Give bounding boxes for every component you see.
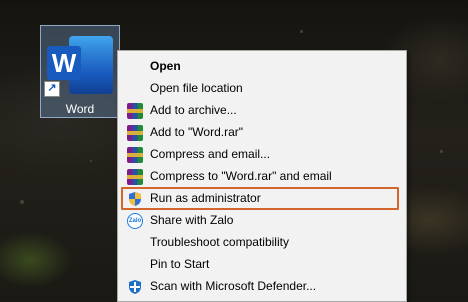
zalo-icon: Zalo (127, 213, 143, 229)
menu-item-scan-with-defender[interactable]: Scan with Microsoft Defender... (118, 276, 406, 298)
uac-shield-icon (127, 191, 143, 207)
menu-item-add-to-rar[interactable]: Add to "Word.rar" (118, 122, 406, 144)
menu-item-label: Scan with Microsoft Defender... (150, 279, 317, 293)
menu-item-open-file-location[interactable]: Open file location (118, 78, 406, 100)
menu-item-add-to-archive[interactable]: Add to archive... (118, 100, 406, 122)
menu-item-label: Compress and email... (150, 147, 271, 161)
winrar-icon (127, 169, 143, 185)
menu-item-run-as-administrator[interactable]: Run as administrator (118, 188, 406, 210)
menu-item-pin-to-start[interactable]: Pin to Start (118, 254, 406, 276)
winrar-icon (127, 125, 143, 141)
wallpaper-speck (20, 200, 24, 204)
menu-item-open[interactable]: Open (118, 56, 406, 78)
wallpaper-speck (300, 30, 303, 33)
menu-item-share-with-zalo[interactable]: Zalo Share with Zalo (118, 210, 406, 232)
menu-item-label: Pin to Start (150, 257, 210, 271)
menu-item-label: Share with Zalo (150, 213, 234, 227)
winrar-icon (127, 103, 143, 119)
shortcut-arrow-icon: ↗ (44, 81, 60, 97)
winrar-icon (127, 147, 143, 163)
menu-item-label: Open file location (150, 81, 243, 95)
desktop-icon-label: Word (65, 102, 95, 116)
menu-item-compress-and-email[interactable]: Compress and email... (118, 144, 406, 166)
menu-item-label: Add to archive... (150, 103, 237, 117)
menu-item-label: Troubleshoot compatibility (150, 235, 289, 249)
word-icon-letter: W (47, 46, 81, 80)
menu-item-label: Add to "Word.rar" (150, 125, 243, 139)
menu-item-troubleshoot-compatibility[interactable]: Troubleshoot compatibility (118, 232, 406, 254)
menu-item-label: Compress to "Word.rar" and email (150, 169, 332, 183)
menu-item-compress-to-rar-and-email[interactable]: Compress to "Word.rar" and email (118, 166, 406, 188)
menu-item-label: Run as administrator (150, 191, 261, 205)
wallpaper-speck (440, 150, 443, 153)
context-menu: Open Open file location Add to archive..… (117, 50, 407, 302)
wallpaper-speck (90, 160, 92, 162)
defender-icon (127, 279, 143, 295)
menu-item-label: Open (150, 59, 181, 73)
word-desktop-shortcut[interactable]: W ↗ Word (40, 25, 120, 118)
